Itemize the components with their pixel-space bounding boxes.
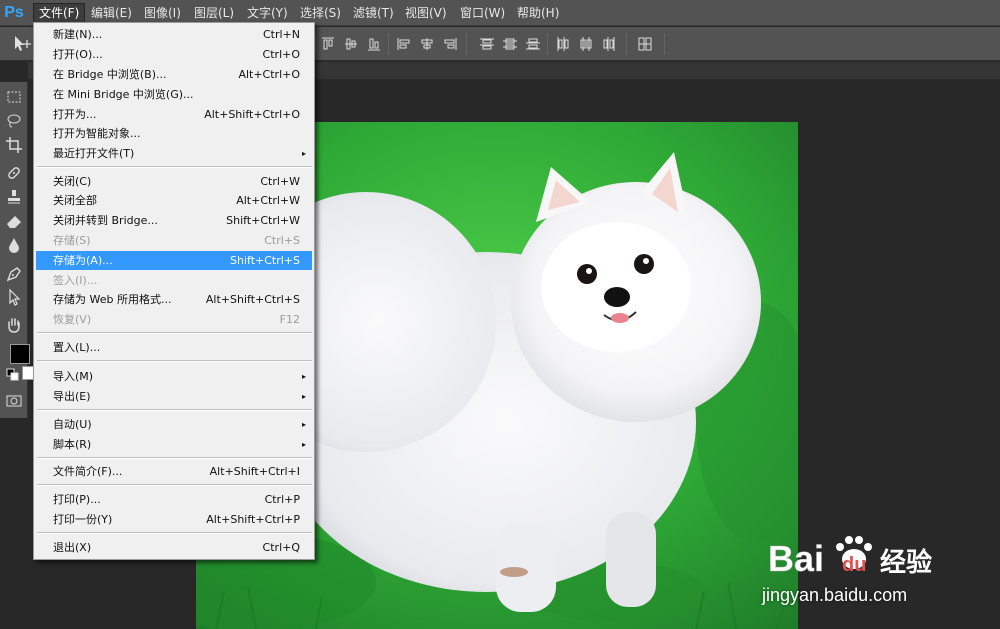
menu-select[interactable]: 选择(S) bbox=[295, 3, 346, 23]
menu-separator bbox=[37, 166, 312, 168]
menu-separator bbox=[37, 484, 312, 486]
default-colors-icon[interactable] bbox=[6, 368, 20, 382]
menu-item-scripts[interactable]: 脚本(R) ▸ bbox=[36, 435, 312, 454]
watermark-text-bai: Bai bbox=[768, 538, 824, 579]
menu-separator bbox=[37, 532, 312, 534]
pen-icon[interactable] bbox=[5, 264, 23, 282]
menu-item-check-in: 签入(I)... bbox=[53, 274, 98, 287]
menu-help[interactable]: 帮助(H) bbox=[512, 3, 564, 23]
menu-view[interactable]: 视图(V) bbox=[400, 3, 452, 23]
watermark-text-du: du bbox=[842, 554, 866, 576]
quick-mask-icon[interactable] bbox=[5, 392, 23, 410]
menu-item-browse-mini-bridge[interactable]: 在 Mini Bridge 中浏览(G)... bbox=[36, 85, 312, 104]
menu-file[interactable]: 文件(F) bbox=[33, 3, 86, 23]
healing-brush-icon[interactable] bbox=[5, 164, 23, 182]
menu-item-exit[interactable]: 退出(X) Ctrl+Q bbox=[36, 538, 312, 557]
options-separator bbox=[626, 33, 627, 55]
menu-item-print-one-copy[interactable]: 打印一份(Y) Alt+Shift+Ctrl+P bbox=[36, 510, 312, 529]
menu-layer[interactable]: 图层(L) bbox=[189, 3, 239, 23]
auto-align-layers-icon[interactable] bbox=[637, 36, 653, 52]
options-separator bbox=[547, 33, 548, 55]
options-separator bbox=[315, 33, 316, 55]
menu-item-open-as-smart-object[interactable]: 打开为智能对象... bbox=[36, 124, 312, 143]
menu-item-open[interactable]: 打开(O)... Ctrl+O bbox=[36, 45, 312, 64]
menu-item-close[interactable]: 关闭(C) Ctrl+W bbox=[36, 172, 312, 191]
baidu-jingyan-watermark: Bai du 经验 bbox=[768, 525, 948, 585]
align-top-icon[interactable] bbox=[320, 36, 336, 52]
menu-item-place[interactable]: 置入(L)... bbox=[36, 338, 312, 357]
eraser-icon[interactable] bbox=[5, 212, 23, 230]
tools-panel bbox=[0, 82, 36, 418]
watermark-text-cn: 经验 bbox=[880, 547, 932, 578]
lasso-icon[interactable] bbox=[5, 112, 23, 130]
menu-window[interactable]: 窗口(W) bbox=[455, 3, 510, 23]
menu-item-browse-bridge[interactable]: 在 Bridge 中浏览(B)... Alt+Ctrl+O bbox=[36, 65, 312, 84]
align-horizontal-center-icon[interactable] bbox=[419, 36, 435, 52]
photoshop-logo: Ps bbox=[4, 4, 24, 21]
submenu-arrow-icon: ▸ bbox=[301, 149, 306, 158]
menu-item-close-go-bridge[interactable]: 关闭并转到 Bridge... Shift+Ctrl+W bbox=[36, 211, 312, 230]
foreground-color-swatch[interactable] bbox=[10, 344, 30, 364]
menu-separator bbox=[37, 332, 312, 334]
distribute-horizontal-center-icon[interactable] bbox=[578, 36, 594, 52]
distribute-vertical-center-icon[interactable] bbox=[502, 36, 518, 52]
menu-item-close-all[interactable]: 关闭全部 Alt+Ctrl+W bbox=[36, 191, 312, 210]
distribute-top-icon[interactable] bbox=[479, 36, 495, 52]
menu-separator bbox=[37, 360, 312, 362]
submenu-arrow-icon: ▸ bbox=[301, 420, 306, 429]
submenu-arrow-icon: ▸ bbox=[301, 372, 306, 381]
distribute-right-icon[interactable] bbox=[601, 36, 617, 52]
menu-separator bbox=[37, 409, 312, 411]
menu-edit[interactable]: 编辑(E) bbox=[86, 3, 137, 23]
menu-image[interactable]: 图像(I) bbox=[139, 3, 186, 23]
move-tool-icon[interactable] bbox=[12, 35, 32, 53]
file-menu-dropdown: 新建(N)... Ctrl+N 打开(O)... Ctrl+O 在 Bridge 中… bbox=[33, 22, 315, 560]
hand-icon[interactable] bbox=[5, 316, 23, 334]
align-left-icon[interactable] bbox=[396, 36, 412, 52]
submenu-arrow-icon: ▸ bbox=[301, 440, 306, 449]
menu-item-revert: 恢复(V) F12 bbox=[53, 313, 300, 326]
menu-filter[interactable]: 滤镜(T) bbox=[348, 3, 399, 23]
marquee-icon[interactable] bbox=[5, 88, 23, 106]
align-right-icon[interactable] bbox=[442, 36, 458, 52]
menu-item-save-as[interactable]: 存储为(A)... Shift+Ctrl+S bbox=[36, 251, 312, 270]
watermark-url: jingyan.baidu.com bbox=[762, 585, 908, 605]
align-vertical-center-icon[interactable] bbox=[343, 36, 359, 52]
distribute-left-icon[interactable] bbox=[555, 36, 571, 52]
menu-item-open-as[interactable]: 打开为... Alt+Shift+Ctrl+O bbox=[36, 105, 312, 124]
menu-item-save-for-web[interactable]: 存储为 Web 所用格式... Alt+Shift+Ctrl+S bbox=[36, 290, 312, 309]
menu-item-open-recent[interactable]: 最近打开文件(T) ▸ bbox=[36, 144, 312, 163]
align-bottom-icon[interactable] bbox=[366, 36, 382, 52]
options-separator bbox=[388, 33, 389, 55]
menu-item-save: 存储(S) Ctrl+S bbox=[53, 234, 300, 247]
menu-item-import[interactable]: 导入(M) ▸ bbox=[36, 367, 312, 386]
menu-item-export[interactable]: 导出(E) ▸ bbox=[36, 387, 312, 406]
distribute-bottom-icon[interactable] bbox=[525, 36, 541, 52]
menu-item-file-info[interactable]: 文件简介(F)... Alt+Shift+Ctrl+I bbox=[36, 462, 312, 481]
blur-icon[interactable] bbox=[5, 236, 23, 254]
menu-separator bbox=[37, 457, 312, 459]
submenu-arrow-icon: ▸ bbox=[301, 392, 306, 401]
menu-item-print[interactable]: 打印(P)... Ctrl+P bbox=[36, 490, 312, 509]
path-select-icon[interactable] bbox=[5, 288, 23, 306]
options-separator bbox=[466, 33, 467, 55]
stamp-icon[interactable] bbox=[5, 188, 23, 206]
menu-item-automate[interactable]: 自动(U) ▸ bbox=[36, 415, 312, 434]
menu-type[interactable]: 文字(Y) bbox=[242, 3, 293, 23]
options-separator bbox=[664, 33, 665, 55]
menu-item-new[interactable]: 新建(N)... Ctrl+N bbox=[36, 25, 312, 44]
crop-icon[interactable] bbox=[5, 136, 23, 154]
